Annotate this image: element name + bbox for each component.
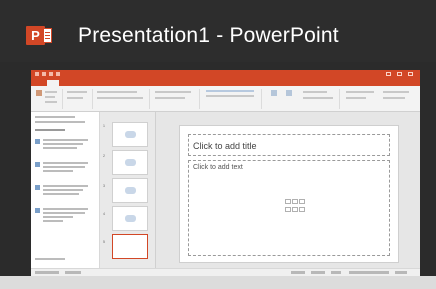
maximize-icon [397, 72, 402, 76]
current-slide: Click to add title Click to add text [179, 125, 399, 263]
redo-icon [49, 72, 53, 76]
taskbar-preview-frame: P Presentation1 - PowerPoint 1 2 3 4 5 C… [0, 0, 436, 289]
slide-canvas: Click to add title Click to add text [156, 112, 420, 268]
slide-thumbnail [112, 206, 148, 231]
ribbon-tabs [31, 79, 420, 86]
title-placeholder: Click to add title [188, 134, 390, 156]
slide-thumbnail [112, 150, 148, 175]
window-title[interactable]: Presentation1 - PowerPoint [78, 24, 339, 48]
window-titlebar [31, 70, 420, 79]
save-icon [35, 72, 39, 76]
undo-icon [42, 72, 46, 76]
start-slideshow-icon [56, 72, 60, 76]
content-placeholder: Click to add text [188, 160, 390, 256]
content-placeholder-icons [283, 198, 307, 216]
content-placeholder-text: Click to add text [193, 164, 243, 171]
slide-thumbnail [112, 122, 148, 147]
title-placeholder-text: Click to add title [193, 141, 257, 151]
powerpoint-logo-letter: P [31, 28, 40, 43]
slide-thumbnail [112, 178, 148, 203]
preview-header: P Presentation1 - PowerPoint [0, 0, 436, 62]
minimize-icon [386, 72, 391, 76]
task-pane [31, 112, 100, 268]
close-icon [408, 72, 413, 76]
slide-thumbnails: 1 2 3 4 5 [100, 112, 156, 268]
paste-icon [36, 90, 42, 96]
status-bar [31, 268, 420, 276]
window-thumbnail[interactable]: 1 2 3 4 5 Click to add title Click to ad… [31, 70, 420, 276]
arrange-icon [286, 90, 292, 96]
taskbar-strip [0, 276, 436, 289]
slide-thumbnail-selected [112, 234, 148, 259]
ribbon [31, 86, 420, 112]
shapes-icon [271, 90, 277, 96]
powerpoint-logo-icon: P [26, 26, 52, 45]
